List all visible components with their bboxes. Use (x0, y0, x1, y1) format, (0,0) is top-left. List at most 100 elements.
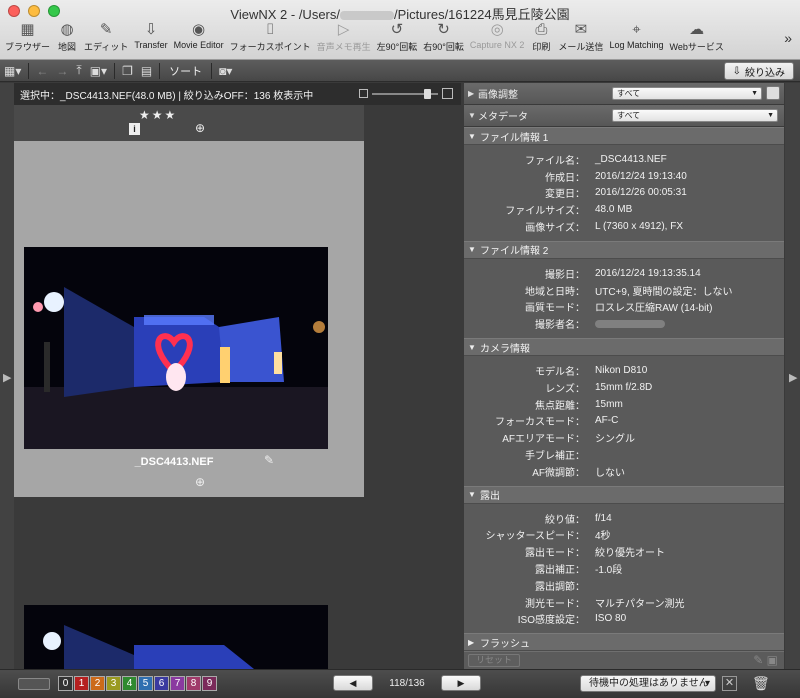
section-header[interactable]: ▼ ファイル情報 1 (464, 127, 784, 145)
next-image-button[interactable]: ▶ (441, 675, 481, 691)
toolbar-overflow-icon[interactable]: » (784, 30, 792, 46)
section-header[interactable]: ▼ ファイル情報 2 (464, 240, 784, 259)
color-label-9-button[interactable]: 9 (202, 676, 217, 691)
flash-section-header[interactable]: ▶ フラッシュ (464, 633, 784, 652)
right-collapse-strip[interactable]: ▶ (785, 83, 800, 669)
color-label-1-button[interactable]: 1 (74, 676, 89, 691)
window-chrome: ViewNX 2 - /Users//Pictures/161224馬見丘陵公園… (0, 0, 800, 60)
previous-thumbnail-cell[interactable]: ★★★ i ⊕ (14, 105, 364, 141)
selected-thumbnail-cell[interactable]: _DSC4413.NEF ✎ ⊕ (14, 141, 364, 497)
adjust-edit-icon[interactable] (766, 86, 780, 100)
color-label-0-button[interactable]: 0 (58, 676, 73, 691)
field-value: シングル (595, 434, 635, 446)
toolbar-label: 音声メモ再生 (316, 42, 371, 52)
metadata-row[interactable]: ▼ メタデータ すべて (464, 105, 784, 127)
color-label-4-button[interactable]: 4 (122, 676, 137, 691)
small-thumb-icon (359, 89, 368, 98)
previous-image-button[interactable]: ◀ (333, 675, 373, 691)
image-adjust-row[interactable]: ▶ 画像調整 すべて (464, 83, 784, 105)
toolbar-label: Capture NX 2 (469, 40, 525, 50)
field-label: ISO感度設定： (517, 615, 585, 627)
bottom-bar: 0123456789 ◀ 118/136 ▶ 待機中の処理はありません ✕ 🗑 (0, 669, 800, 698)
grid-view-icon[interactable]: ▦▾ (0, 64, 25, 78)
color-label-6-button[interactable]: 6 (154, 676, 169, 691)
rating-stars[interactable]: ★★★ (139, 108, 177, 122)
toolbar-focus-button[interactable]: ⌷ フォーカスポイント (227, 19, 314, 53)
movie-icon: ◉ (192, 21, 206, 38)
section-title: ファイル情報 1 (480, 132, 549, 144)
trash-icon[interactable]: 🗑 (752, 675, 770, 692)
toolbar-map-button[interactable]: ◍ 地図 (53, 19, 81, 53)
folder-bookmark-icon[interactable]: ▣▾ (86, 64, 111, 78)
transfer-icon: ⇩ (144, 21, 158, 38)
toolbar-print-button[interactable]: ⎙ 印刷 (527, 19, 555, 53)
next-thumbnail-image[interactable] (24, 605, 328, 669)
field-label: シャッタースピード： (485, 531, 586, 543)
field-label: 露出補正： (535, 565, 585, 577)
slider-track[interactable] (372, 88, 438, 99)
toolbar-capture-button[interactable]: ◎ Capture NX 2 (467, 19, 528, 50)
print-icon: ⎙ (535, 20, 548, 38)
image-adjust-select[interactable]: すべて (612, 87, 762, 100)
slider-thumb[interactable] (424, 88, 431, 99)
copy-icon[interactable]: ❐ (118, 64, 137, 78)
rotl-icon: ↺ (390, 21, 404, 38)
mail-icon: ✉ (574, 21, 588, 38)
field-value: 2016/12/26 00:05:31 (595, 187, 687, 199)
thumbnail-size-slider[interactable] (359, 88, 453, 99)
folder-up-icon[interactable]: ⤒ (72, 63, 85, 78)
filter-button[interactable]: ⇩ 絞り込み (723, 62, 794, 80)
field-label: AFエリアモード： (502, 434, 585, 446)
toolbar-browser-button[interactable]: ▦ ブラウザー (2, 19, 53, 53)
toolbar-logmatch-button[interactable]: ⌖ Log Matching (606, 19, 666, 51)
metadata-field: AFエリアモード： シングル (464, 429, 784, 446)
forward-icon[interactable]: → (52, 64, 72, 78)
toolbar-rotl-button[interactable]: ↺ 左90°回転 (374, 19, 421, 53)
color-label-7-button[interactable]: 7 (170, 676, 185, 691)
toolbar-movie-button[interactable]: ◉ Movie Editor (171, 19, 227, 50)
field-label: レンズ： (545, 383, 585, 395)
thumbnail-pane: 選択中：_DSC4413.NEF(48.0 MB) | 絞り込みOFF：136 … (14, 83, 461, 669)
field-label: 手ブレ補正： (525, 451, 585, 463)
thumbnail-image[interactable] (24, 247, 328, 449)
metadata-select[interactable]: すべて (612, 109, 778, 122)
section-title: 露出 (480, 491, 500, 503)
reset-button[interactable]: リセット (468, 654, 520, 667)
toolbar-transfer-button[interactable]: ⇩ Transfer (131, 19, 170, 50)
color-label-8-button[interactable]: 8 (186, 676, 201, 691)
left-collapse-strip[interactable]: ▶ (0, 83, 14, 669)
toolbar-web-button[interactable]: ☁ Webサービス (666, 19, 726, 53)
processing-queue-select[interactable]: 待機中の処理はありません (580, 675, 716, 692)
section-header[interactable]: ▼ 露出 (464, 485, 784, 504)
field-value: f/14 (595, 512, 612, 524)
toolbar-rotr-button[interactable]: ↻ 右90°回転 (420, 19, 467, 53)
thumbnail-grid[interactable]: ★★★ i ⊕ _DSC4413.NEF ✎ ⊕ (14, 105, 461, 669)
toolbar-label: 地図 (58, 42, 77, 52)
cancel-queue-icon[interactable]: ✕ (722, 676, 737, 691)
field-value: -1.0段 (595, 565, 623, 577)
rotr-icon: ↻ (437, 21, 450, 38)
toolbar-edit-button[interactable]: ✎ エディット (81, 19, 131, 53)
camera-icon[interactable]: ◙▾ (215, 64, 236, 78)
metadata-field: 画質モード： ロスレス圧縮RAW (14-bit) (464, 299, 784, 316)
save-icon[interactable]: ✎ ▣ (753, 653, 778, 667)
color-label-5-button[interactable]: 5 (138, 676, 153, 691)
field-label: 撮影者名： (535, 320, 585, 332)
collapsed-triangle-icon: ▶ (468, 89, 475, 98)
back-icon[interactable]: ← (32, 64, 52, 78)
metadata-field: 焦点距離： 15mm (464, 396, 784, 413)
metadata-field: 絞り値： f/14 (464, 510, 784, 527)
filmstrip-toggle-icon[interactable] (18, 678, 50, 690)
color-label-2-button[interactable]: 2 (90, 676, 105, 691)
color-label-3-button[interactable]: 3 (106, 676, 121, 691)
image-adjust-label: 画像調整 (478, 90, 518, 101)
section-header[interactable]: ▼ カメラ情報 (464, 338, 784, 357)
toolbar-voice-button[interactable]: ▷ 音声メモ再生 (314, 19, 374, 53)
metadata-section: ▼ ファイル情報 2 撮影日： 2016/12/24 19:13:35.14 地域と日時… (464, 240, 784, 339)
sort-button[interactable]: ソート (163, 63, 208, 79)
field-label: 絞り値： (545, 514, 585, 526)
field-value: 48.0 MB (595, 204, 633, 216)
toolbar-mail-button[interactable]: ✉ メール送信 (555, 19, 606, 53)
folder-open-icon[interactable]: ▤ (137, 64, 156, 78)
metadata-field: レンズ： 15mm f/2.8D (464, 379, 784, 396)
